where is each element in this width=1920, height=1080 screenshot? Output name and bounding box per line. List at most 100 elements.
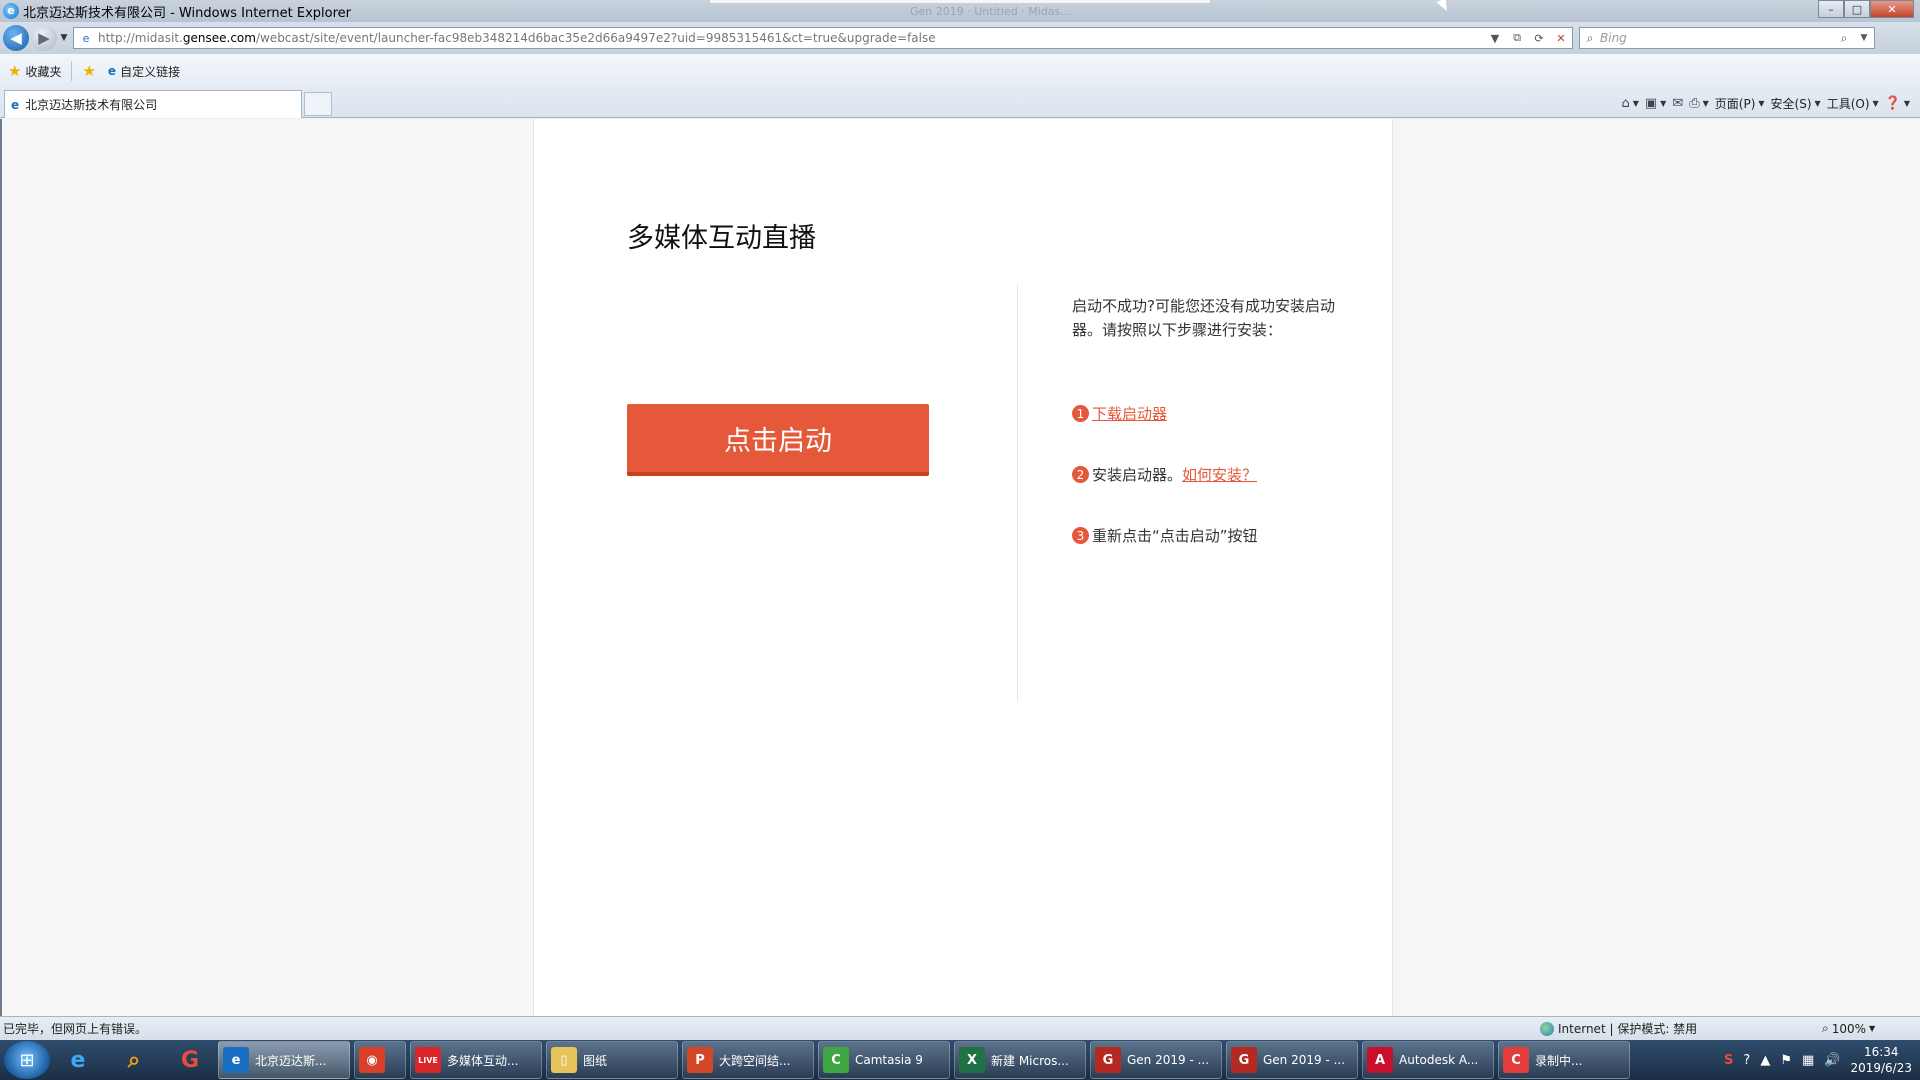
step-number: 1: [1072, 405, 1089, 422]
taskbar-button[interactable]: P 大跨空间结...: [682, 1041, 814, 1079]
minimize-button[interactable]: –: [1818, 0, 1844, 18]
security-zone[interactable]: Internet | 保护模式: 禁用: [1540, 1020, 1697, 1037]
title-bar: e 北京迈达斯技术有限公司 - Windows Internet Explore…: [0, 0, 1920, 22]
taskbar-app-icon: C: [823, 1047, 849, 1073]
help-intro: 启动不成功?可能您还没有成功安装启动器。请按照以下步骤进行安装：: [1072, 297, 1335, 339]
print-icon: ⎙: [1689, 95, 1700, 111]
download-launcher-link[interactable]: 下载启动器: [1092, 403, 1167, 424]
flag-icon[interactable]: ⚑: [1780, 1053, 1792, 1068]
taskbar-app-icon: P: [687, 1047, 713, 1073]
address-bar[interactable]: e http://midasit.gensee.com/webcast/site…: [73, 27, 1573, 49]
taskbar-label: 新建 Micros...: [991, 1053, 1069, 1068]
maximize-button[interactable]: □: [1844, 0, 1870, 18]
pinned-search-icon[interactable]: ⌕: [106, 1041, 162, 1079]
help-icon: ❓: [1884, 95, 1901, 111]
taskbar-app-icon: A: [1367, 1047, 1393, 1073]
tab-ie-icon: e: [11, 97, 20, 112]
page-content: 多媒体互动直播 点击启动 启动不成功?可能您还没有成功安装启动器。请按照以下步骤…: [0, 119, 1920, 1016]
search-box[interactable]: ⌕ Bing ⌕ ▼: [1579, 27, 1875, 49]
zoom-control[interactable]: ⌕ 100% ▼: [1822, 1021, 1875, 1036]
launcher-card: 多媒体互动直播 点击启动 启动不成功?可能您还没有成功安装启动器。请按照以下步骤…: [533, 119, 1393, 1016]
taskbar-button[interactable]: G Gen 2019 - ...: [1090, 1041, 1222, 1079]
taskbar-button[interactable]: ◉: [354, 1041, 406, 1079]
progress-overlay: [710, 0, 1210, 3]
zoom-icon: ⌕: [1822, 1021, 1829, 1035]
taskbar-label: 录制中...: [1535, 1053, 1583, 1068]
url-dropdown-icon[interactable]: ▼: [1484, 32, 1506, 45]
compatibility-view-icon[interactable]: ⧉: [1506, 31, 1528, 45]
back-button[interactable]: ◀: [3, 25, 29, 51]
search-icon[interactable]: ⌕: [1834, 31, 1854, 46]
step-number: 3: [1072, 527, 1089, 544]
pinned-app-icon[interactable]: G: [162, 1041, 218, 1079]
ie-icon: e: [3, 3, 19, 19]
taskbar-button[interactable]: C Camtasia 9: [818, 1041, 950, 1079]
forward-button[interactable]: ▶: [31, 25, 57, 51]
volume-icon[interactable]: 🔊: [1824, 1053, 1840, 1068]
url-text[interactable]: http://midasit.gensee.com/webcast/site/e…: [98, 31, 1484, 45]
tools-menu[interactable]: 工具(O) ▼: [1827, 95, 1879, 112]
status-text: 已完毕，但网页上有错误。: [3, 1022, 148, 1036]
window-controls: – □ ✕: [1818, 0, 1914, 18]
globe-icon: [1540, 1021, 1554, 1036]
refresh-icon[interactable]: ⟳: [1528, 32, 1550, 45]
taskbar-app-icon: ▯: [551, 1047, 577, 1073]
how-to-install-link[interactable]: 如何安装？: [1182, 464, 1257, 485]
mail-icon: ✉: [1672, 95, 1684, 111]
window-title: 北京迈达斯技术有限公司 - Windows Internet Explorer: [23, 5, 351, 21]
tab-title: 北京迈达斯技术有限公司: [25, 98, 158, 112]
taskbar-app-icon: ◉: [359, 1047, 385, 1073]
home-button[interactable]: ⌂ ▼: [1621, 96, 1638, 111]
show-hidden-icon[interactable]: ▲: [1760, 1053, 1770, 1068]
mail-button[interactable]: ✉: [1672, 96, 1683, 111]
safety-menu[interactable]: 安全(S) ▼: [1771, 95, 1821, 112]
new-tab-button[interactable]: [304, 92, 332, 116]
add-favorite-star-icon: ★: [82, 62, 96, 80]
mouse-cursor-icon: [1436, 0, 1450, 14]
taskbar-button[interactable]: ▯ 图纸: [546, 1041, 678, 1079]
search-input[interactable]: Bing: [1600, 31, 1834, 45]
taskbar-app-icon: C: [1503, 1047, 1529, 1073]
taskbar-button[interactable]: LIVE 多媒体互动...: [410, 1041, 542, 1079]
print-button[interactable]: ⎙ ▼: [1689, 96, 1709, 111]
task-list: e 北京迈达斯... ◉ LIVE 多媒体互动... ▯ 图纸 P 大跨空间结... C Camta…: [218, 1041, 1634, 1079]
start-button[interactable]: ⊞: [4, 1041, 50, 1079]
pinned-ie-icon[interactable]: e: [50, 1041, 106, 1079]
taskbar-app-icon: LIVE: [415, 1047, 441, 1073]
close-button[interactable]: ✕: [1870, 0, 1914, 18]
help-button[interactable]: ❓ ▼: [1885, 96, 1910, 111]
help-text: 启动不成功?可能您还没有成功安装启动器。请按照以下步骤进行安装：: [1072, 294, 1342, 342]
status-bar: 已完毕，但网页上有错误。 Internet | 保护模式: 禁用 ⌕ 100% …: [0, 1016, 1920, 1040]
step-number: 2: [1072, 466, 1089, 483]
ghost-title-text: Gen 2019 · Untitled · Midas...: [910, 5, 1071, 18]
taskbar-button[interactable]: X 新建 Micros...: [954, 1041, 1086, 1079]
search-dropdown-icon[interactable]: ▼: [1854, 33, 1874, 43]
link-page-icon: e: [107, 64, 117, 78]
clock[interactable]: 16:34 2019/6/23: [1850, 1044, 1912, 1076]
history-dropdown-icon[interactable]: ▼: [57, 33, 71, 43]
favorites-button[interactable]: ★ 收藏夹: [8, 62, 61, 80]
vertical-divider: [1017, 284, 1018, 702]
help-tray-icon[interactable]: ?: [1743, 1053, 1750, 1068]
taskbar-label: Gen 2019 - ...: [1263, 1053, 1346, 1067]
taskbar-label: 多媒体互动...: [447, 1053, 519, 1068]
step-2: 2 安装启动器。 如何安装？: [1072, 464, 1257, 485]
add-favorites-button[interactable]: ★: [82, 62, 99, 80]
rss-icon: ▣: [1644, 95, 1658, 111]
taskbar-button[interactable]: A Autodesk A...: [1362, 1041, 1494, 1079]
taskbar-label: Camtasia 9: [855, 1053, 923, 1067]
taskbar-label: Autodesk A...: [1399, 1053, 1479, 1067]
taskbar-button[interactable]: e 北京迈达斯...: [218, 1041, 350, 1079]
launch-button[interactable]: 点击启动: [627, 404, 929, 476]
ime-icon[interactable]: S: [1724, 1053, 1733, 1068]
feeds-button[interactable]: ▣ ▼: [1645, 96, 1666, 111]
taskbar-button[interactable]: G Gen 2019 - ...: [1226, 1041, 1358, 1079]
stop-icon[interactable]: ✕: [1550, 32, 1572, 45]
taskbar-button[interactable]: C 录制中...: [1498, 1041, 1630, 1079]
page-menu[interactable]: 页面(P) ▼: [1715, 95, 1765, 112]
custom-links[interactable]: e 自定义链接: [108, 63, 180, 80]
tab-active[interactable]: e 北京迈达斯技术有限公司: [4, 90, 302, 118]
page-icon: e: [82, 31, 90, 45]
network-icon[interactable]: ▦: [1802, 1053, 1814, 1068]
taskbar-app-icon: G: [1231, 1047, 1257, 1073]
